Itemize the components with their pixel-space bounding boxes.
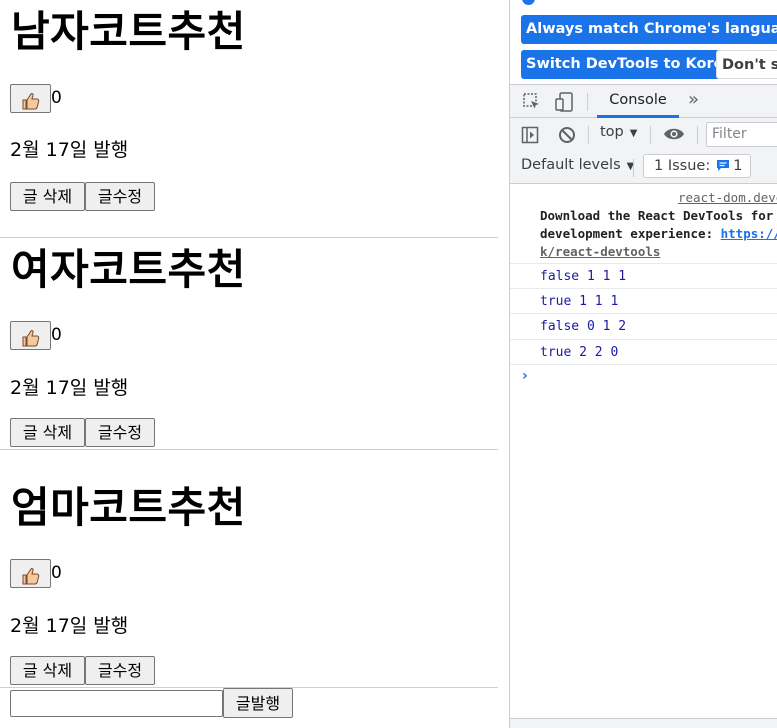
edit-post-button[interactable]: 글수정: [85, 656, 155, 685]
toolbar-separator: [697, 126, 698, 144]
chevron-down-icon: ▼: [629, 128, 638, 139]
match-language-button[interactable]: Always match Chrome's language: [521, 15, 777, 44]
react-devtools-link-cont[interactable]: k/react-devtools: [540, 244, 660, 259]
toolbar-separator: [588, 126, 589, 144]
post-title[interactable]: 여자코트추천: [11, 242, 246, 298]
console-log-row: true 2 2 0: [510, 340, 777, 365]
like-button[interactable]: [10, 84, 51, 113]
publish-post-button[interactable]: 글발행: [223, 688, 293, 718]
edit-post-button[interactable]: 글수정: [85, 182, 155, 211]
message-text-prefix: development experience:: [540, 226, 721, 241]
dont-show-again-button[interactable]: Don't show again: [716, 50, 777, 79]
tab-separator: [587, 93, 588, 111]
devtools-panel: Always match Chrome's language Switch De…: [509, 0, 777, 728]
issues-label: 1 Issue:: [654, 158, 711, 174]
context-value: top: [600, 124, 624, 140]
drawer-bar: [510, 718, 777, 728]
inspect-element-icon[interactable]: [522, 92, 542, 112]
post-date: 2월 17일 발행: [10, 615, 129, 637]
thumbs-up-icon: [22, 568, 39, 585]
post-item: 남자코트추천 0 2월 17일 발행 글 삭제 글수정: [0, 0, 498, 238]
info-icon: [522, 0, 535, 5]
log-text: false 1 1 1: [540, 269, 627, 284]
toolbar-separator: [633, 159, 634, 177]
edit-post-button[interactable]: 글수정: [85, 418, 155, 447]
console-log-row: false 1 1 1: [510, 264, 777, 289]
issues-button[interactable]: 1 Issue: 1: [643, 154, 752, 178]
clear-console-icon[interactable]: [558, 126, 576, 144]
log-text: false 0 1 2: [540, 319, 627, 334]
log-levels-value: Default levels: [521, 157, 621, 173]
console-message: react-dom.development.js Download the Re…: [510, 184, 777, 264]
more-tabs-icon[interactable]: »: [688, 89, 699, 110]
devtools-tab-bar: Console »: [510, 84, 777, 118]
console-log-row: true 1 1 1: [510, 289, 777, 314]
like-count: 0: [51, 563, 62, 583]
thumbs-up-icon: [22, 93, 39, 110]
thumbs-up-icon: [22, 330, 39, 347]
post-date: 2월 17일 발행: [10, 139, 129, 161]
filter-input[interactable]: Filter: [706, 122, 777, 147]
delete-post-button[interactable]: 글 삭제: [10, 656, 85, 685]
console-toolbar-secondary: Default levels ▼ 1 Issue: 1: [510, 151, 777, 184]
switch-korean-button[interactable]: Switch DevTools to Korean: [521, 50, 749, 79]
log-text: true 2 2 0: [540, 345, 619, 360]
post-date: 2월 17일 발행: [10, 377, 129, 399]
new-post-input[interactable]: [10, 690, 223, 717]
delete-post-button[interactable]: 글 삭제: [10, 418, 85, 447]
like-button[interactable]: [10, 321, 51, 350]
log-levels-select[interactable]: Default levels ▼: [521, 157, 634, 173]
console-output: react-dom.development.js Download the Re…: [510, 184, 777, 728]
delete-post-button[interactable]: 글 삭제: [10, 182, 85, 211]
message-icon: [717, 159, 730, 171]
device-toggle-icon[interactable]: [554, 91, 576, 113]
like-button[interactable]: [10, 559, 51, 588]
console-toolbar: top ▼ Filter: [510, 118, 777, 151]
console-prompt[interactable]: ›: [522, 368, 528, 384]
context-select[interactable]: top ▼: [600, 124, 637, 140]
blog-page: 남자코트추천 0 2월 17일 발행 글 삭제 글수정 여자코트추천 0 2월 …: [0, 0, 509, 728]
message-source-link[interactable]: react-dom.development.js: [678, 190, 777, 205]
post-title[interactable]: 남자코트추천: [11, 4, 246, 60]
message-text-line2: development experience: https://reactjs.…: [540, 226, 777, 241]
issues-count: 1: [733, 158, 743, 174]
link-continuation[interactable]: k/react-devtools: [540, 244, 660, 259]
message-text: Download the React DevTools for a better: [540, 208, 777, 223]
like-count: 0: [51, 325, 62, 345]
app-window: 남자코트추천 0 2월 17일 발행 글 삭제 글수정 여자코트추천 0 2월 …: [0, 0, 777, 728]
react-devtools-link[interactable]: https://reactjs.org/lin: [721, 226, 777, 241]
log-text: true 1 1 1: [540, 294, 619, 309]
post-title[interactable]: 엄마코트추천: [11, 480, 246, 536]
sidebar-toggle-icon[interactable]: [521, 126, 539, 144]
post-item: 여자코트추천 0 2월 17일 발행 글 삭제 글수정: [0, 212, 498, 450]
like-count: 0: [51, 88, 62, 108]
console-log-row: false 0 1 2: [510, 314, 777, 340]
tab-console[interactable]: Console: [597, 85, 679, 118]
eye-icon[interactable]: [663, 126, 685, 142]
toolbar-separator: [650, 126, 651, 144]
post-item: 엄마코트추천 0 2월 17일 발행 글 삭제 글수정: [0, 450, 498, 688]
